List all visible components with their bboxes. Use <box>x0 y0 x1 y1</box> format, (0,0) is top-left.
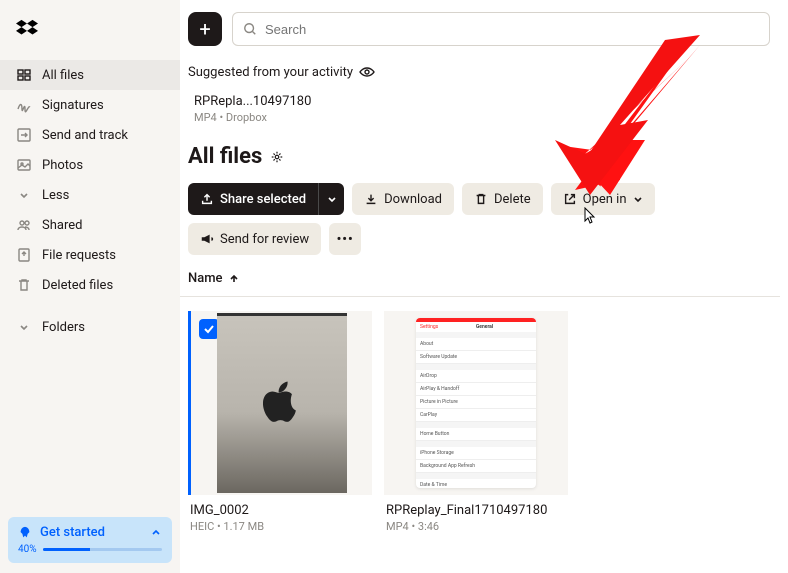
signature-icon <box>16 97 32 113</box>
sidebar-item-deleted-files[interactable]: Deleted files <box>0 270 180 300</box>
file-thumbnail[interactable]: SettingsGeneral About Software Update Ai… <box>384 311 568 495</box>
dropbox-logo <box>0 18 180 60</box>
sidebar-item-label: Photos <box>42 158 83 173</box>
sidebar-item-label: Less <box>42 188 69 203</box>
send-for-review-button[interactable]: Send for review <box>188 223 321 255</box>
search-icon <box>243 22 257 36</box>
open-icon <box>563 192 577 206</box>
eye-icon[interactable] <box>359 64 375 80</box>
progress-percent: 40% <box>18 544 37 555</box>
video-preview: SettingsGeneral About Software Update Ai… <box>416 318 536 488</box>
files-icon <box>16 67 32 83</box>
trash-icon <box>474 192 488 206</box>
sidebar-item-all-files[interactable]: All files <box>0 60 180 90</box>
image-preview <box>217 313 347 493</box>
suggested-file[interactable]: RPRepla...10497180 MP4 • Dropbox <box>180 80 788 124</box>
sidebar-item-signatures[interactable]: Signatures <box>0 90 180 120</box>
download-label: Download <box>384 192 442 207</box>
sidebar: All files Signatures Send and track Phot… <box>0 0 180 573</box>
open-in-label: Open in <box>583 192 627 207</box>
file-name: RPReplay_Final1710497180 <box>384 495 568 518</box>
chevron-down-icon <box>633 194 643 204</box>
folders-label: Folders <box>42 320 85 335</box>
sidebar-item-file-requests[interactable]: File requests <box>0 240 180 270</box>
sidebar-item-label: All files <box>42 68 84 83</box>
photos-icon <box>16 157 32 173</box>
add-button[interactable]: + <box>188 12 222 46</box>
get-started-label: Get started <box>40 525 105 540</box>
page-title: All files <box>188 144 262 169</box>
arrow-up-icon <box>229 274 239 284</box>
file-thumbnail[interactable] <box>188 311 372 495</box>
share-dropdown-button[interactable] <box>318 183 344 215</box>
sidebar-folders-toggle[interactable]: Folders <box>0 312 180 342</box>
chevron-down-icon <box>16 187 32 203</box>
more-actions-button[interactable]: ••• <box>329 223 361 255</box>
progress-bar <box>43 548 162 551</box>
share-icon <box>200 192 214 206</box>
search-field[interactable] <box>265 22 759 37</box>
file-meta: HEIC • 1.17 MB <box>188 518 372 533</box>
sidebar-item-label: Send and track <box>42 128 128 143</box>
file-name: IMG_0002 <box>188 495 372 518</box>
trash-icon <box>16 277 32 293</box>
share-selected-split-button[interactable]: Share selected <box>188 183 344 215</box>
delete-label: Delete <box>494 192 531 207</box>
open-in-button[interactable]: Open in <box>551 183 655 215</box>
sidebar-item-shared[interactable]: Shared <box>0 210 180 240</box>
suggested-file-meta: MP4 • Dropbox <box>194 111 788 124</box>
suggested-label: Suggested from your activity <box>188 65 353 80</box>
sidebar-item-photos[interactable]: Photos <box>0 150 180 180</box>
sidebar-item-label: Shared <box>42 218 82 233</box>
megaphone-icon <box>200 232 214 246</box>
search-input[interactable] <box>232 12 770 46</box>
chevron-up-icon <box>150 527 162 539</box>
file-card[interactable]: SettingsGeneral About Software Update Ai… <box>384 311 568 533</box>
download-button[interactable]: Download <box>352 183 454 215</box>
sidebar-item-label: Signatures <box>42 98 104 113</box>
send-icon <box>16 127 32 143</box>
share-label: Share selected <box>220 192 306 207</box>
sidebar-item-less[interactable]: Less <box>0 180 180 210</box>
file-card[interactable]: IMG_0002 HEIC • 1.17 MB <box>188 311 372 533</box>
sidebar-item-label: File requests <box>42 248 116 263</box>
main-content: + Suggested from your activity RPRepla..… <box>180 0 788 573</box>
chevron-down-icon <box>16 319 32 335</box>
file-meta: MP4 • 3:46 <box>384 518 568 533</box>
name-column-header[interactable]: Name <box>180 255 780 297</box>
suggested-file-name: RPRepla...10497180 <box>194 94 788 109</box>
rocket-icon <box>18 526 32 540</box>
gear-icon[interactable] <box>270 150 284 164</box>
file-request-icon <box>16 247 32 263</box>
shared-icon <box>16 217 32 233</box>
share-selected-button[interactable]: Share selected <box>188 183 318 215</box>
download-icon <box>364 192 378 206</box>
sidebar-item-send-track[interactable]: Send and track <box>0 120 180 150</box>
sidebar-item-label: Deleted files <box>42 278 113 293</box>
get-started-panel[interactable]: Get started 40% <box>8 517 172 563</box>
send-review-label: Send for review <box>220 232 309 247</box>
delete-button[interactable]: Delete <box>462 183 543 215</box>
